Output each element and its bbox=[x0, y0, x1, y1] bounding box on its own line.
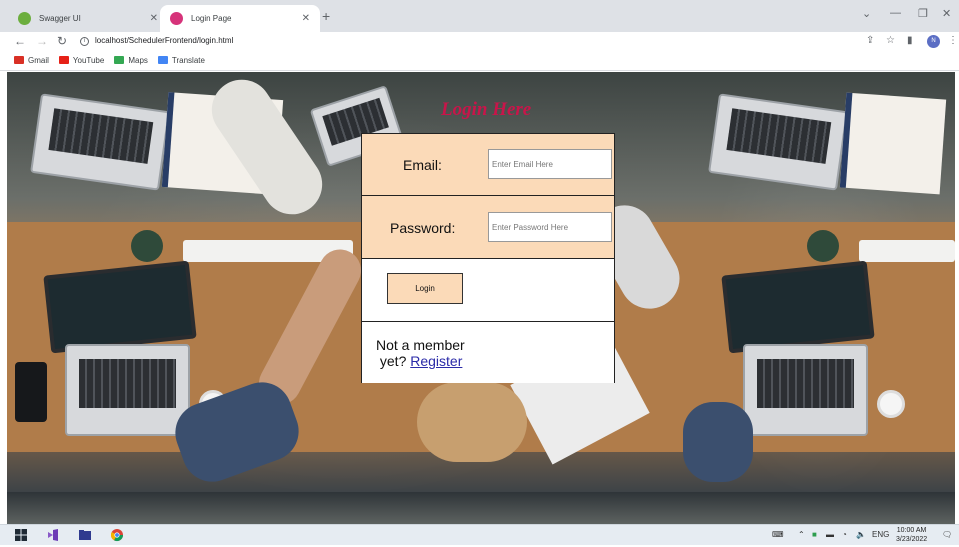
tab-swagger-ui[interactable]: Swagger UI ✕ bbox=[8, 5, 168, 32]
password-input[interactable] bbox=[488, 212, 612, 242]
not-member-text: Not a member yet? Register bbox=[376, 337, 465, 369]
login-form: Email: Password: Login Not a member yet?… bbox=[361, 133, 615, 383]
maximize-icon[interactable]: ❐ bbox=[918, 7, 928, 20]
coffee-cup-image bbox=[877, 390, 905, 418]
url-text: localhost/SchedulerFrontend/login.html bbox=[95, 36, 234, 45]
translate-icon bbox=[157, 56, 168, 64]
background-photo-repeat bbox=[683, 72, 955, 492]
notebook-image bbox=[839, 92, 947, 195]
gmail-icon bbox=[14, 56, 24, 64]
language-indicator[interactable]: ENG bbox=[872, 530, 889, 539]
side-panel-icon[interactable]: ▮ bbox=[907, 34, 913, 48]
bookmark-maps[interactable]: Maps bbox=[114, 56, 148, 65]
register-row: Not a member yet? Register bbox=[362, 322, 614, 383]
chrome-icon[interactable] bbox=[110, 528, 124, 542]
wifi-icon[interactable]: ◔ bbox=[842, 530, 847, 539]
clock-date: 3/23/2022 bbox=[896, 536, 928, 543]
window-close-icon[interactable]: ✕ bbox=[942, 7, 951, 20]
profile-avatar[interactable]: N bbox=[927, 35, 940, 48]
back-arrow-icon[interactable]: ← bbox=[14, 33, 26, 49]
laptop-screen-image bbox=[721, 260, 875, 354]
not-member-line1: Not a member bbox=[376, 337, 465, 353]
not-member-line2: yet? bbox=[379, 353, 407, 369]
visual-studio-icon[interactable] bbox=[46, 528, 60, 542]
bookmark-gmail[interactable]: Gmail bbox=[14, 56, 49, 65]
page-title: Login Here bbox=[441, 99, 532, 120]
windows-taskbar: ⌨ ⌃ ■ ▬ ◔ 🔈 ENG 10:00 AM 3/23/2022 🗨 bbox=[0, 524, 959, 545]
windows-start-icon[interactable] bbox=[14, 528, 28, 542]
bookmark-star-icon[interactable]: ☆ bbox=[886, 34, 895, 48]
show-hidden-icons-chevron-icon[interactable]: ⌃ bbox=[798, 530, 805, 539]
arm-image bbox=[417, 382, 527, 462]
email-label: Email: bbox=[403, 157, 442, 173]
browser-tabstrip: Swagger UI ✕ Login Page ✕ + ⌄ — ❐ ✕ bbox=[0, 0, 959, 32]
laptop-image bbox=[708, 93, 848, 191]
bookmark-label: Gmail bbox=[28, 55, 49, 65]
phone-image bbox=[15, 362, 47, 422]
tab-title: Swagger UI bbox=[39, 14, 81, 23]
bookmark-label: Maps bbox=[128, 55, 148, 65]
bookmark-label: YouTube bbox=[72, 55, 105, 65]
background-photo-bottom bbox=[7, 492, 955, 524]
address-bar[interactable]: i localhost/SchedulerFrontend/login.html bbox=[80, 33, 840, 49]
login-button-row: Login bbox=[362, 259, 614, 322]
menu-kebab-icon[interactable]: ⋮ bbox=[948, 34, 958, 48]
laptop-image bbox=[30, 93, 170, 191]
tab-login-page[interactable]: Login Page ✕ bbox=[160, 5, 320, 32]
login-button[interactable]: Login bbox=[387, 273, 463, 304]
sleeve-image bbox=[683, 402, 753, 482]
new-tab-icon[interactable]: + bbox=[322, 8, 330, 24]
power-strip-image bbox=[859, 240, 955, 262]
system-clock[interactable]: 10:00 AM 3/23/2022 bbox=[896, 526, 927, 544]
password-row: Password: bbox=[362, 196, 614, 259]
laptop-screen-image bbox=[43, 260, 197, 354]
clock-time: 10:00 AM bbox=[896, 527, 927, 534]
keyboard-icon[interactable]: ⌨ bbox=[772, 530, 784, 539]
swagger-favicon-icon bbox=[18, 12, 31, 25]
forward-arrow-icon[interactable]: → bbox=[36, 33, 48, 49]
maps-icon bbox=[114, 56, 125, 64]
page-viewport: Login Here Email: Password: Login Not a … bbox=[7, 72, 955, 524]
email-row: Email: bbox=[362, 134, 614, 196]
app-tray-icon[interactable]: ■ bbox=[812, 530, 817, 539]
share-icon[interactable]: ⇪ bbox=[866, 34, 874, 48]
bookmark-youtube[interactable]: YouTube bbox=[58, 55, 105, 65]
site-info-icon[interactable]: i bbox=[80, 36, 89, 46]
browser-toolbar: ← → ↻ i localhost/SchedulerFrontend/logi… bbox=[0, 32, 959, 50]
close-tab-icon[interactable]: ✕ bbox=[146, 13, 158, 24]
laptop-image bbox=[743, 344, 868, 436]
bookmark-translate[interactable]: Translate bbox=[157, 55, 205, 65]
notifications-icon[interactable]: 🗨 bbox=[942, 530, 952, 539]
close-tab-icon[interactable]: ✕ bbox=[298, 13, 310, 24]
battery-icon[interactable]: ▬ bbox=[826, 530, 834, 539]
plant-image bbox=[131, 230, 163, 262]
tab-title: Login Page bbox=[191, 14, 232, 23]
register-link[interactable]: Register bbox=[410, 353, 462, 369]
bookmarks-bar: Gmail YouTube Maps Translate bbox=[0, 50, 959, 71]
bookmark-label: Translate bbox=[171, 55, 205, 65]
youtube-icon bbox=[58, 56, 69, 64]
plant-image bbox=[807, 230, 839, 262]
tab-search-chevron-icon[interactable]: ⌄ bbox=[862, 7, 871, 20]
password-label: Password: bbox=[390, 220, 456, 236]
email-input[interactable] bbox=[488, 149, 612, 179]
login-page-favicon-icon bbox=[170, 12, 183, 25]
volume-icon[interactable]: 🔈 bbox=[856, 530, 866, 539]
laptop-image bbox=[65, 344, 190, 436]
reload-icon[interactable]: ↻ bbox=[57, 33, 67, 49]
minimize-icon[interactable]: — bbox=[890, 7, 901, 19]
file-explorer-icon[interactable] bbox=[78, 528, 92, 542]
